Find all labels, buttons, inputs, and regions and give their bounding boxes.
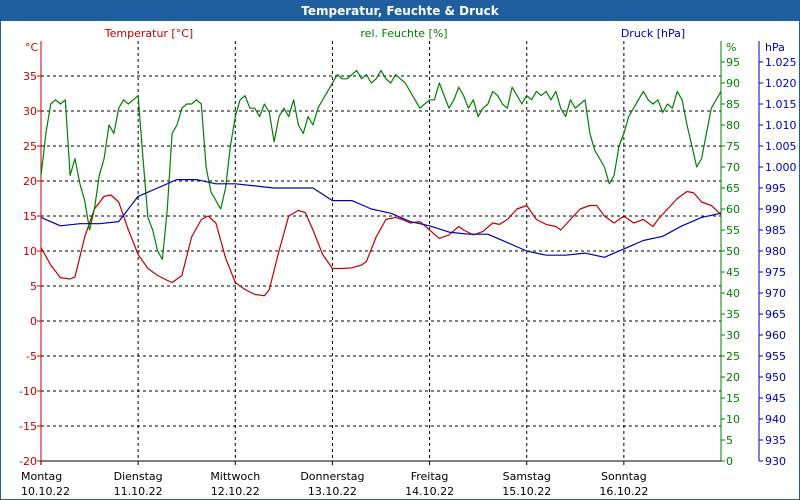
humidity-tick-label: 50 (726, 245, 740, 258)
temperature-axis: 35 30 25 20 15 10 5 0 -5 -10 -15 -20 °C (19, 41, 41, 468)
temperature-series-line (40, 190, 722, 297)
pressure-tick-label: 1.010 (765, 119, 797, 132)
humidity-tick-label: 60 (726, 203, 740, 216)
day-name-label: Mittwoch (210, 470, 260, 483)
temperature-tick-label: 30 (23, 105, 37, 118)
pressure-tick-label: 1.020 (765, 77, 797, 90)
pressure-tick-label: 970 (765, 287, 786, 300)
temperature-tick-label: 10 (23, 245, 37, 258)
chart-canvas: 35302520151050-5-10-15-20°C 959085807570… (19, 27, 797, 498)
chart-window: Temperatur, Feuchte & Druck 35 30 25 20 15 10… (0, 0, 800, 500)
day-name-label: Freitag (411, 470, 449, 483)
pressure-tick-label: 985 (765, 224, 786, 237)
temperature-tick-label: -10 (19, 385, 37, 398)
humidity-tick-label: 15 (726, 392, 740, 405)
humidity-tick-label: 20 (726, 371, 740, 384)
pressure-tick-label: 995 (765, 182, 786, 195)
temperature-tick-label: -20 (19, 455, 37, 468)
pressure-tick-label: 930 (765, 455, 786, 468)
pressure-tick-label: 940 (765, 413, 786, 426)
temperature-tick-label: 0 (30, 315, 37, 328)
humidity-tick-label: 0 (726, 455, 733, 468)
pressure-tick-label: 1.000 (765, 161, 797, 174)
temperature-tick-label: 35 (23, 70, 37, 83)
humidity-series-line (40, 69, 722, 260)
day-name-label: Sonntag (601, 470, 647, 483)
humidity-tick-label: 95 (726, 56, 740, 69)
pressure-tick-label: 980 (765, 245, 786, 258)
temperature-tick-label: -15 (19, 420, 37, 433)
pressure-tick-label: 1.015 (765, 98, 797, 111)
series (40, 69, 722, 297)
humidity-tick-label: 40 (726, 287, 740, 300)
humidity-tick-label: 75 (726, 140, 740, 153)
pressure-tick-label: 1.005 (765, 140, 797, 153)
pressure-tick-label: 945 (765, 392, 786, 405)
pressure-axis-title: Druck [hPa] (621, 27, 685, 40)
plot-frame (40, 41, 760, 462)
day-name-label: Donnerstag (300, 470, 364, 483)
humidity-tick-label: 35 (726, 308, 740, 321)
pressure-axis: 1.025 1.020 1.015 1.010 1.005 1.000 995 990 985 9… (759, 41, 797, 468)
temperature-unit: °C (25, 41, 39, 54)
pressure-series-line (40, 179, 722, 258)
pressure-tick-label: 975 (765, 266, 786, 279)
day-date-label: 16.10.22 (599, 485, 648, 498)
temperature-tick-label: 5 (30, 280, 37, 293)
day-date-label: 11.10.22 (114, 485, 163, 498)
day-name-label: Montag (21, 470, 62, 483)
humidity-tick-label: 55 (726, 224, 740, 237)
humidity-tick-label: 10 (726, 413, 740, 426)
humidity-tick-label: 25 (726, 350, 740, 363)
axis-titles: Temperatur [°C] rel. Feuchte [%] Druck [hP… (104, 27, 685, 40)
humidity-tick-label: 30 (726, 329, 740, 342)
humidity-axis-title: rel. Feuchte [%] (360, 27, 447, 40)
pressure-tick-label: 1.025 (765, 56, 797, 69)
day-name-label: Dienstag (114, 470, 163, 483)
pressure-tick-label: 960 (765, 329, 786, 342)
day-date-label: 10.10.22 (21, 485, 70, 498)
day-date-label: 15.10.22 (502, 485, 551, 498)
humidity-tick-label: 5 (726, 434, 733, 447)
humidity-tick-label: 70 (726, 161, 740, 174)
pressure-tick-label: 965 (765, 308, 786, 321)
humidity-axis: 95908580757065605550454035302520151050% (721, 41, 740, 468)
temperature-axis-title: Temperatur [°C] (104, 27, 193, 40)
pressure-tick-label: 935 (765, 434, 786, 447)
day-axis: Montag 10.10.22 Dienstag 11.10.22 Mittwoch 12… (21, 461, 648, 498)
day-date-label: 13.10.22 (308, 485, 357, 498)
pressure-tick-label: 990 (765, 203, 786, 216)
pressure-tick-label: 950 (765, 371, 786, 384)
humidity-tick-label: 80 (726, 119, 740, 132)
pressure-tick-label: 955 (765, 350, 786, 363)
humidity-tick-label: 65 (726, 182, 740, 195)
day-name-label: Samstag (503, 470, 551, 483)
day-date-label: 12.10.22 (211, 485, 260, 498)
temperature-tick-label: 15 (23, 210, 37, 223)
pressure-unit: hPa (765, 41, 785, 54)
temperature-tick-label: 25 (23, 140, 37, 153)
humidity-tick-label: 85 (726, 98, 740, 111)
humidity-unit: % (726, 41, 736, 54)
humidity-tick-label: 45 (726, 266, 740, 279)
temperature-tick-label: 20 (23, 175, 37, 188)
day-date-label: 14.10.22 (405, 485, 454, 498)
humidity-tick-label: 90 (726, 77, 740, 90)
temperature-tick-label: -5 (26, 350, 37, 363)
